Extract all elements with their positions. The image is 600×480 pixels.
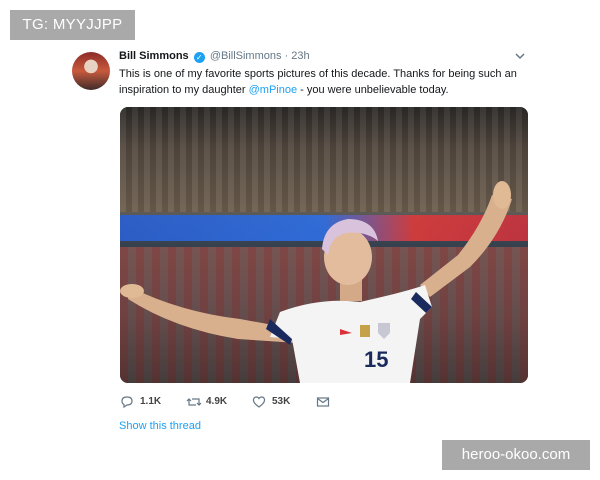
- watermark-top-left: TG: MYYJJPP: [10, 10, 135, 40]
- like-button[interactable]: 53K: [252, 394, 302, 410]
- message-button[interactable]: [316, 394, 336, 410]
- retweet-icon: [186, 398, 202, 406]
- heart-icon: [252, 396, 266, 408]
- mention-link[interactable]: @mPinoe: [249, 84, 297, 96]
- chevron-down-icon[interactable]: [514, 51, 526, 61]
- verified-badge-icon: ✓: [193, 52, 205, 63]
- like-count: 53K: [272, 396, 291, 407]
- envelope-icon: [316, 397, 330, 407]
- header-separator: ·: [284, 50, 289, 62]
- tweet-card[interactable]: Bill Simmons ✓ @BillSimmons · 23h This i…: [64, 40, 544, 440]
- photo-player-figure: [120, 181, 512, 383]
- watermark-bottom-right: heroo-okoo.com: [442, 440, 590, 470]
- author-handle[interactable]: @BillSimmons: [210, 50, 282, 62]
- retweet-button[interactable]: 4.9K: [186, 394, 236, 410]
- tweet-header: Bill Simmons ✓ @BillSimmons · 23h: [119, 50, 310, 66]
- tweet-text-part-2: - you were unbelievable today.: [297, 84, 449, 96]
- retweet-count: 4.9K: [206, 396, 228, 407]
- reply-button[interactable]: 1.1K: [120, 394, 170, 410]
- show-thread-link[interactable]: Show this thread: [119, 420, 201, 432]
- reply-icon: [121, 396, 133, 409]
- avatar[interactable]: [72, 52, 110, 90]
- tweet-time[interactable]: 23h: [291, 50, 309, 62]
- author-name[interactable]: Bill Simmons: [119, 50, 189, 62]
- tweet-photo[interactable]: 15: [120, 107, 528, 383]
- photo-jersey-number: 15: [364, 347, 388, 372]
- reply-count: 1.1K: [140, 396, 162, 407]
- tweet-text: This is one of my favorite sports pictur…: [119, 66, 539, 98]
- svg-text:15: 15: [364, 347, 388, 372]
